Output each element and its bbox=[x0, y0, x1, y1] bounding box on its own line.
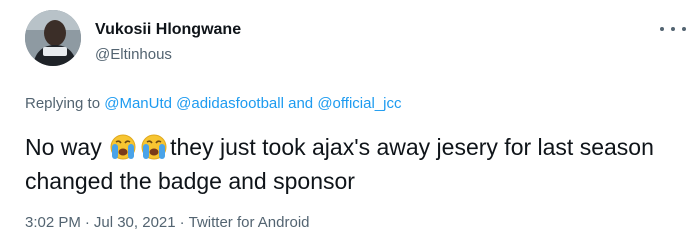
replying-prefix: Replying to bbox=[25, 95, 101, 112]
avatar-photo bbox=[25, 10, 81, 66]
replying-to: Replying to @ManUtd @adidasfootball and … bbox=[25, 95, 401, 112]
more-dot bbox=[671, 27, 675, 31]
more-dot bbox=[682, 27, 686, 31]
meta-separator: · bbox=[84, 214, 90, 231]
tweet-date[interactable]: Jul 30, 2021 bbox=[94, 214, 176, 231]
reply-conjunction: and bbox=[288, 95, 314, 112]
tweet-text: No way they just took ajax's away jesery… bbox=[25, 130, 685, 198]
crying-face-icon bbox=[110, 134, 136, 160]
crying-face-icon bbox=[141, 134, 167, 160]
tweet-source[interactable]: Twitter for Android bbox=[189, 214, 310, 231]
mention-adidasfootball[interactable]: @adidasfootball bbox=[176, 95, 284, 112]
author-handle[interactable]: @Eltinhous bbox=[95, 46, 172, 63]
tweet-text-start: No way bbox=[25, 134, 102, 160]
more-options-icon[interactable] bbox=[660, 20, 686, 38]
more-dot bbox=[660, 27, 664, 31]
tweet-time[interactable]: 3:02 PM bbox=[25, 214, 81, 231]
author-name[interactable]: Vukosii Hlongwane bbox=[95, 21, 241, 39]
avatar[interactable] bbox=[25, 10, 81, 66]
mention-manutd[interactable]: @ManUtd bbox=[104, 95, 172, 112]
mention-official-jcc[interactable]: @official_jcc bbox=[317, 95, 401, 112]
tweet-meta: 3:02 PM · Jul 30, 2021 · Twitter for Android bbox=[25, 214, 310, 231]
meta-separator: · bbox=[179, 214, 185, 231]
